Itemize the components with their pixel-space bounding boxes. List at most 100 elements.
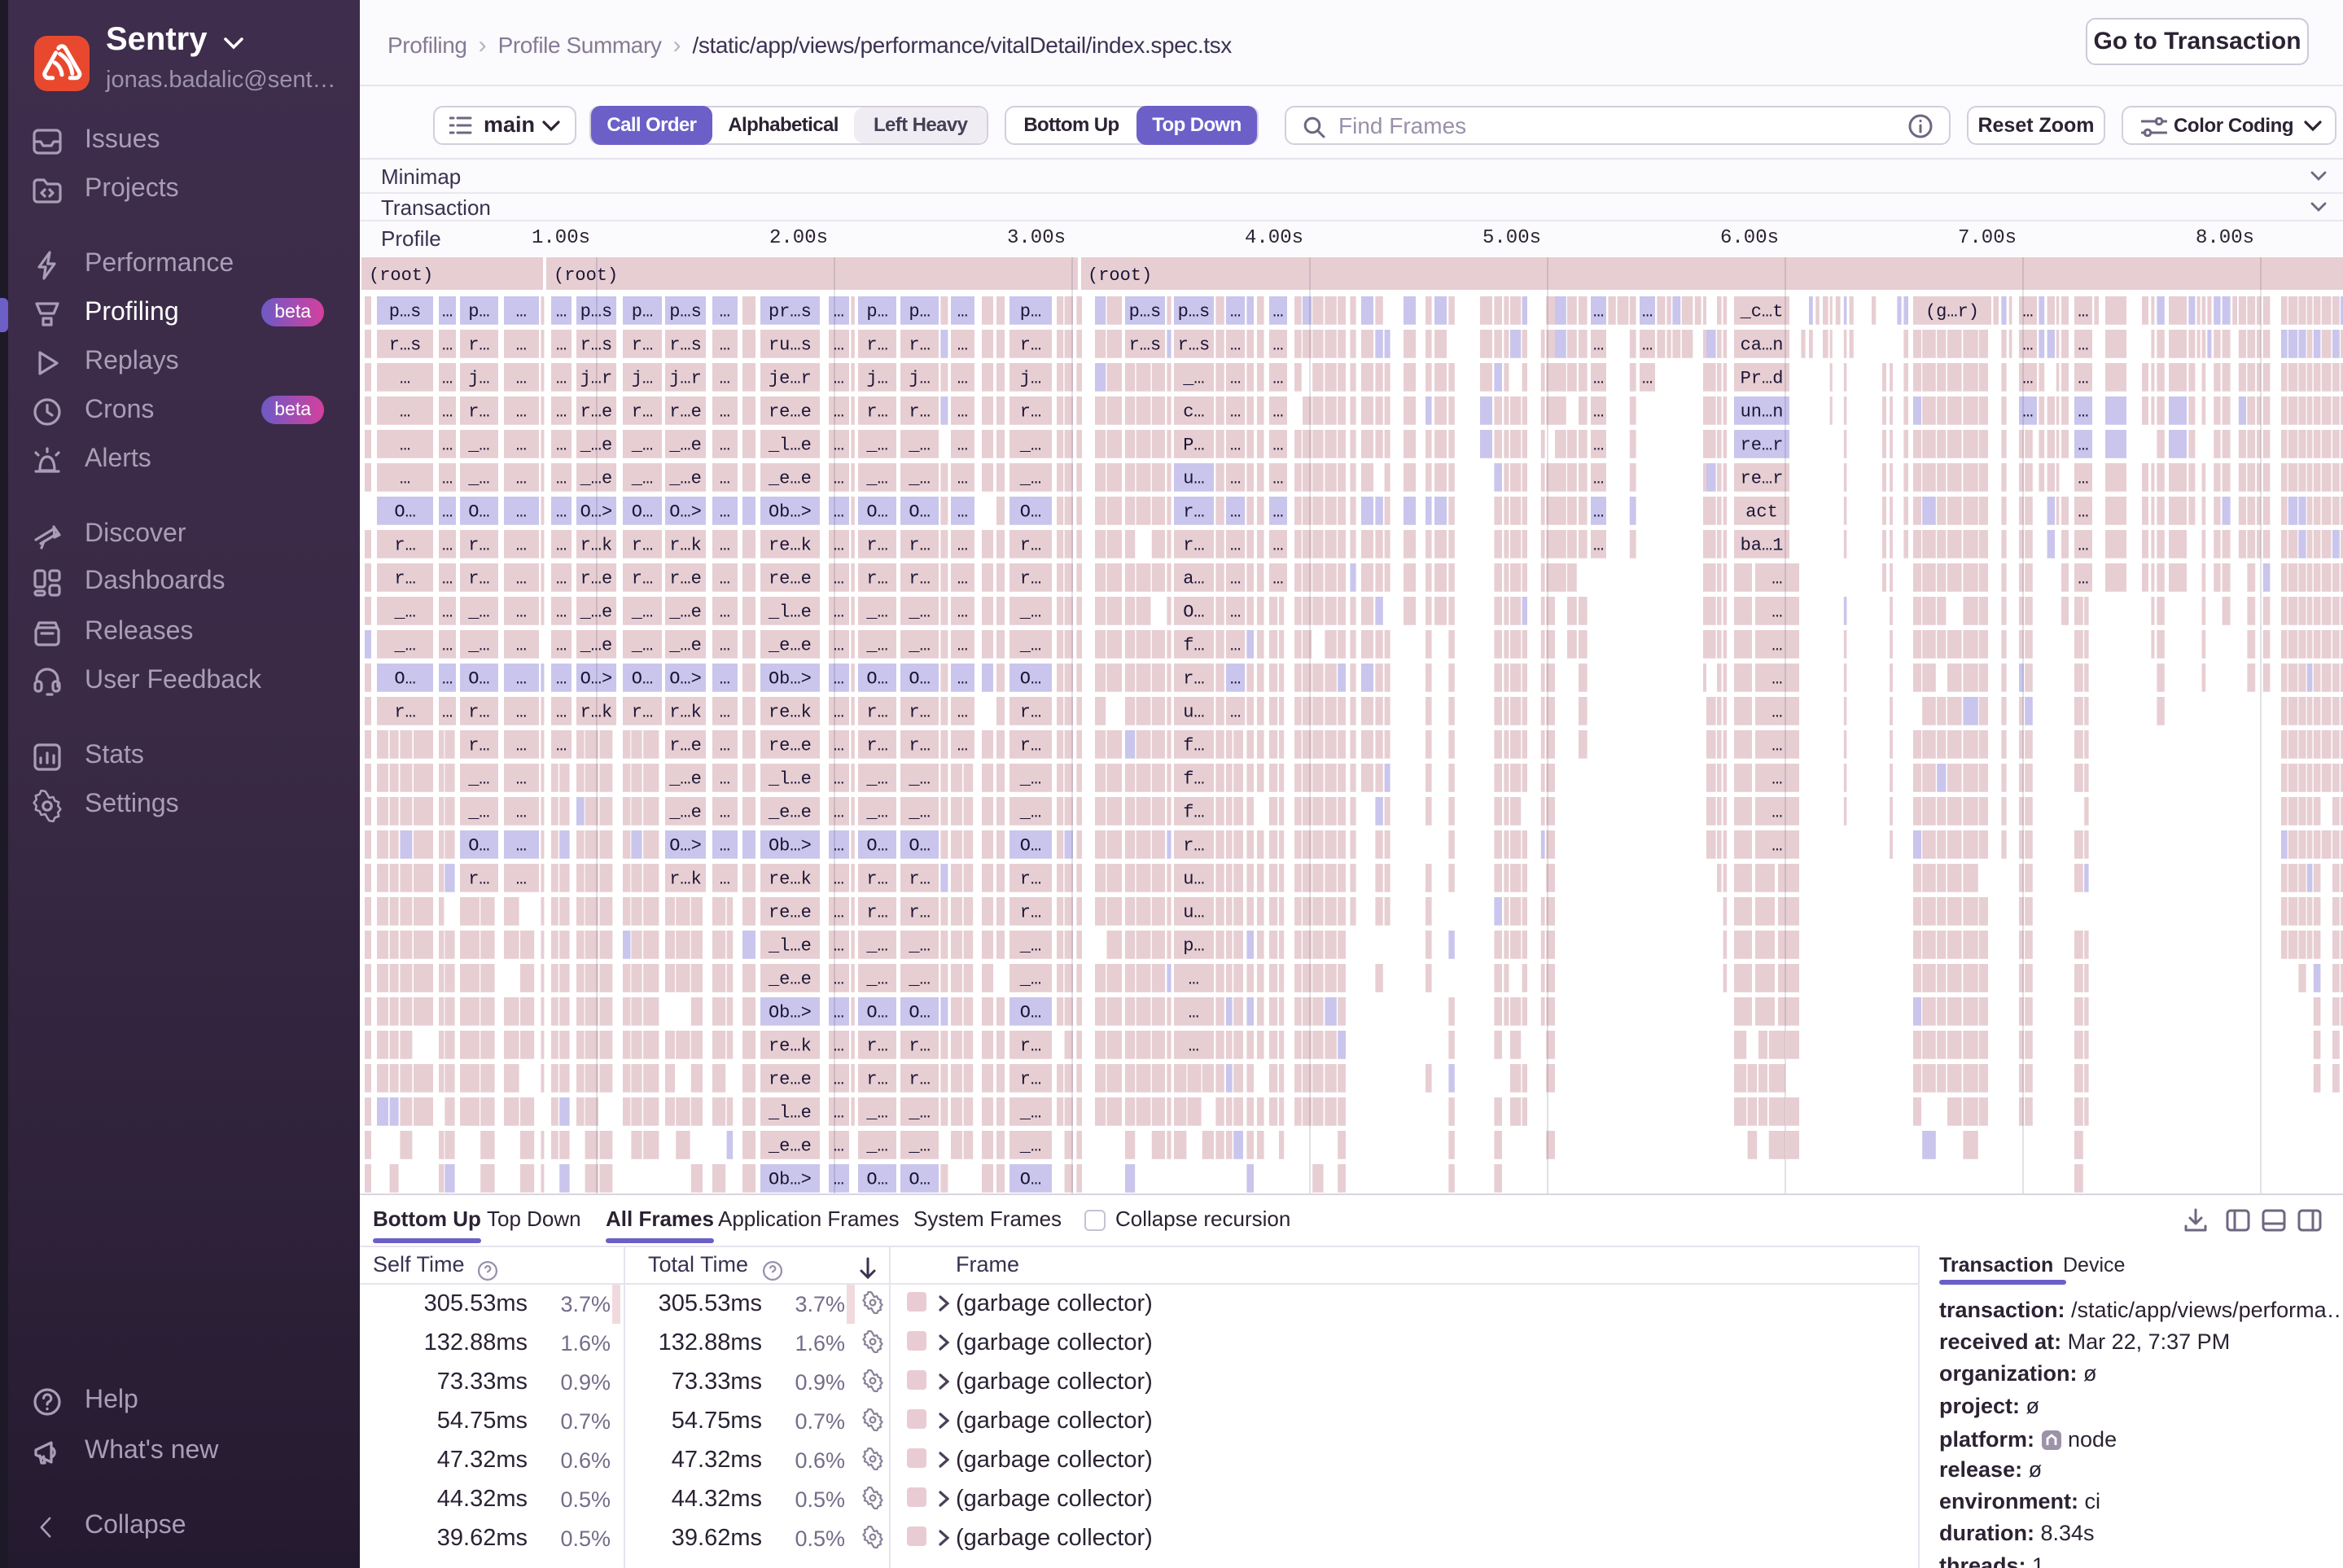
- svg-text:re…e: re…e: [769, 401, 812, 422]
- svg-text:…: …: [834, 735, 844, 756]
- svg-text:…: …: [834, 1169, 844, 1189]
- svg-text:j…: j…: [909, 368, 930, 388]
- svg-text:…: …: [720, 802, 730, 822]
- svg-text:…: …: [2078, 435, 2088, 455]
- svg-text:r…k: r…k: [580, 702, 613, 722]
- svg-text:_e…e: _e…e: [768, 468, 812, 488]
- svg-text:…: …: [1272, 568, 1283, 589]
- svg-text:re…k: re…k: [769, 702, 812, 722]
- svg-text:_…: _…: [1019, 935, 1041, 956]
- svg-text:…: …: [834, 969, 844, 989]
- svg-text:je…r: je…r: [769, 368, 812, 388]
- svg-text:r…: r…: [468, 401, 489, 422]
- svg-text:…: …: [834, 869, 844, 889]
- svg-text:…: …: [516, 835, 527, 856]
- svg-text:…: …: [442, 668, 453, 689]
- svg-text:…: …: [1189, 969, 1199, 989]
- svg-text:re…e: re…e: [769, 1069, 812, 1089]
- svg-text:…: …: [516, 335, 527, 355]
- svg-text:r…: r…: [866, 535, 887, 555]
- svg-text:…: …: [1189, 1002, 1199, 1023]
- svg-text:…: …: [2078, 335, 2088, 355]
- svg-text:…: …: [720, 835, 730, 856]
- svg-text:…: …: [957, 568, 968, 589]
- svg-text:…: …: [556, 702, 567, 722]
- svg-text:r…k: r…k: [669, 702, 702, 722]
- svg-text:r…: r…: [1020, 535, 1041, 555]
- svg-text:…: …: [720, 702, 730, 722]
- svg-text:…: …: [516, 668, 527, 689]
- svg-text:…: …: [556, 468, 567, 488]
- svg-text:…: …: [1230, 535, 1241, 555]
- svg-text:…: …: [1593, 401, 1604, 422]
- svg-text:j…r: j…r: [669, 368, 702, 388]
- svg-text:_…e: _…e: [668, 802, 702, 822]
- svg-text:…: …: [720, 602, 730, 622]
- svg-text:…: …: [556, 568, 567, 589]
- svg-text:…: …: [834, 935, 844, 956]
- svg-text:…: …: [516, 468, 527, 488]
- svg-text:O…: O…: [468, 668, 489, 689]
- svg-text:_e…e: _e…e: [768, 1136, 812, 1156]
- svg-text:_…: _…: [631, 435, 653, 455]
- svg-text:re…r: re…r: [1741, 468, 1784, 488]
- svg-text:_…: _…: [393, 635, 415, 655]
- svg-text:O…: O…: [394, 501, 415, 522]
- svg-text:Ob…>: Ob…>: [769, 835, 812, 856]
- svg-text:_…: _…: [1019, 969, 1041, 989]
- svg-text:r…: r…: [632, 401, 653, 422]
- svg-text:_…e: _…e: [668, 602, 702, 622]
- svg-text:r…: r…: [909, 568, 930, 589]
- svg-text:r…: r…: [866, 702, 887, 722]
- svg-text:…: …: [556, 368, 567, 388]
- svg-text:…: …: [834, 468, 844, 488]
- svg-text:…: …: [516, 301, 527, 322]
- svg-text:…: …: [834, 368, 844, 388]
- svg-text:…: …: [834, 635, 844, 655]
- svg-text:…: …: [1189, 1036, 1199, 1056]
- svg-text:p…: p…: [1183, 935, 1204, 956]
- svg-text:r…: r…: [866, 1036, 887, 1056]
- svg-text:_l…e: _l…e: [768, 1102, 812, 1123]
- svg-text:O…: O…: [909, 501, 930, 522]
- svg-text:…: …: [720, 335, 730, 355]
- svg-text:(g…r): (g…r): [1925, 301, 1979, 322]
- svg-text:r…: r…: [866, 869, 887, 889]
- svg-text:…: …: [516, 635, 527, 655]
- svg-text:_…: _…: [908, 969, 930, 989]
- svg-text:_…: _…: [1019, 1102, 1041, 1123]
- svg-text:…: …: [556, 335, 567, 355]
- svg-text:…: …: [834, 668, 844, 689]
- svg-text:…: …: [1771, 568, 1782, 589]
- svg-text:r…k: r…k: [669, 869, 702, 889]
- svg-text:…: …: [834, 769, 844, 789]
- svg-text:…: …: [720, 869, 730, 889]
- svg-text:_…e: _…e: [580, 602, 613, 622]
- svg-text:…: …: [1230, 501, 1241, 522]
- svg-text:…: …: [834, 1002, 844, 1023]
- svg-text:…: …: [720, 501, 730, 522]
- svg-text:_…: _…: [631, 468, 653, 488]
- svg-text:r…: r…: [866, 568, 887, 589]
- svg-text:re…r: re…r: [1741, 435, 1784, 455]
- svg-text:…: …: [834, 501, 844, 522]
- svg-text:…: …: [1593, 501, 1604, 522]
- svg-text:r…: r…: [866, 735, 887, 756]
- svg-text:…: …: [1230, 368, 1241, 388]
- svg-text:_…: _…: [908, 468, 930, 488]
- svg-text:_…: _…: [1019, 435, 1041, 455]
- svg-text:_…: _…: [865, 969, 887, 989]
- svg-text:_e…e: _e…e: [768, 969, 812, 989]
- svg-text:r…: r…: [909, 869, 930, 889]
- svg-text:O…: O…: [632, 668, 653, 689]
- svg-text:_…: _…: [393, 602, 415, 622]
- svg-text:…: …: [834, 435, 844, 455]
- svg-text:r…e: r…e: [669, 735, 702, 756]
- svg-text:r…: r…: [866, 401, 887, 422]
- svg-text:pr…s: pr…s: [769, 301, 812, 322]
- svg-text:_c…t: _c…t: [1740, 301, 1784, 322]
- svg-text:…: …: [957, 535, 968, 555]
- svg-text:…: …: [400, 401, 410, 422]
- svg-text:…: …: [556, 301, 567, 322]
- svg-text:_…: _…: [467, 769, 489, 789]
